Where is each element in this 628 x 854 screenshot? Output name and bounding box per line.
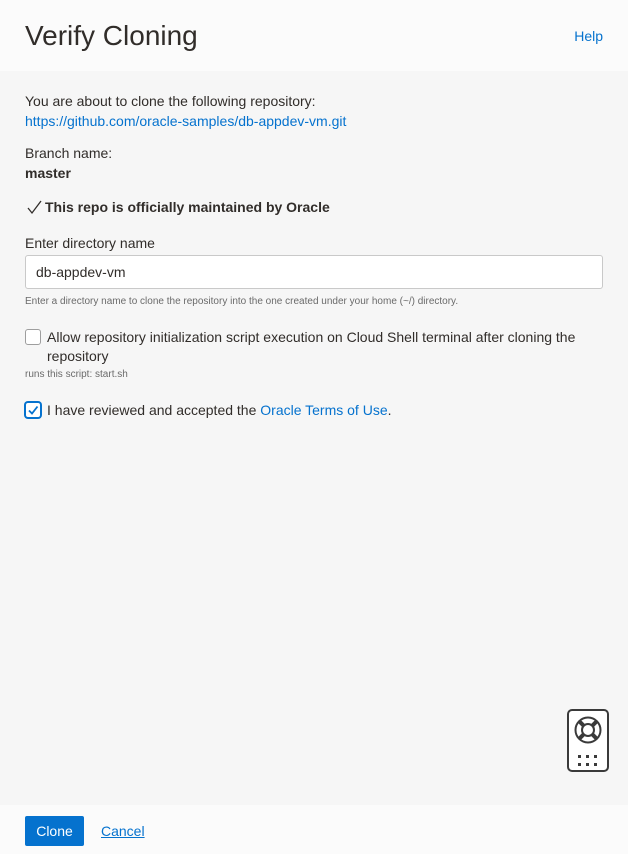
directory-label: Enter directory name — [25, 235, 155, 251]
branch-value: master — [25, 165, 71, 181]
lifebuoy-icon[interactable] — [574, 716, 602, 749]
cancel-link[interactable]: Cancel — [101, 823, 145, 839]
terms-suffix: . — [387, 402, 392, 418]
dialog-header: Verify Cloning Help — [0, 0, 628, 71]
terms-label: I have reviewed and accepted the Oracle … — [47, 401, 392, 419]
terms-row: I have reviewed and accepted the Oracle … — [25, 401, 392, 419]
check-icon — [25, 198, 43, 216]
init-script-label[interactable]: Allow repository initialization script e… — [47, 328, 603, 366]
repo-url-link[interactable]: https://github.com/oracle-samples/db-app… — [25, 112, 603, 130]
page-title: Verify Cloning — [25, 20, 198, 51]
dialog-footer: Clone Cancel — [0, 805, 628, 854]
directory-input[interactable] — [25, 255, 603, 289]
init-script-row: Allow repository initialization script e… — [25, 328, 603, 366]
checkmark-icon — [28, 405, 39, 415]
terms-checkbox[interactable] — [25, 402, 41, 418]
dialog-content: You are about to clone the following rep… — [25, 92, 603, 418]
maintained-notice: This repo is officially maintained by Or… — [25, 198, 330, 216]
script-note: runs this script: start.sh — [25, 369, 128, 380]
help-widget[interactable] — [567, 709, 609, 772]
branch-label: Branch name: — [25, 145, 113, 161]
init-script-checkbox[interactable] — [25, 329, 41, 345]
repo-intro: You are about to clone the following rep… — [25, 93, 316, 109]
terms-of-use-link[interactable]: Oracle Terms of Use — [260, 402, 387, 418]
grid-icon[interactable] — [578, 754, 598, 772]
directory-help-text: Enter a directory name to clone the repo… — [25, 296, 459, 307]
clone-button[interactable]: Clone — [25, 816, 84, 846]
terms-prefix: I have reviewed and accepted the — [47, 402, 261, 418]
help-link[interactable]: Help — [574, 28, 603, 44]
maintained-text: This repo is officially maintained by Or… — [45, 199, 330, 215]
